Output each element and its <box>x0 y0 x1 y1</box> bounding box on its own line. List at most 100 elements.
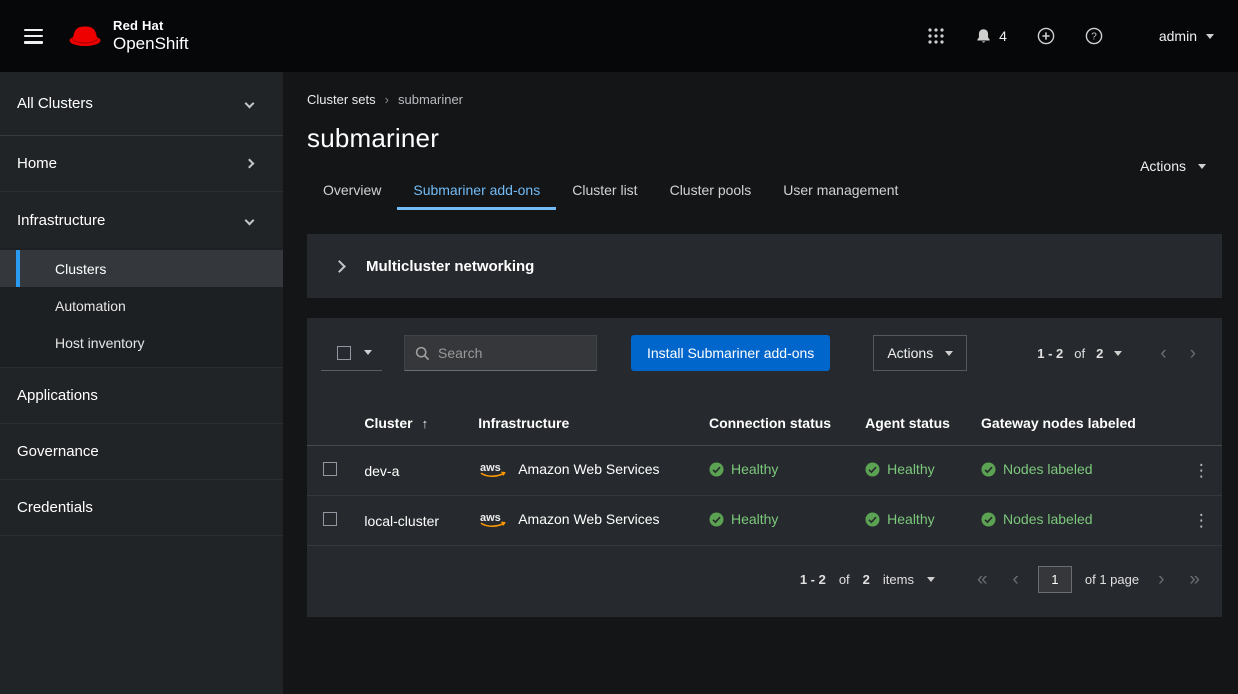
chevron-right-icon <box>245 159 255 169</box>
breadcrumb-separator-icon: › <box>385 92 389 107</box>
previous-page-button[interactable]: ‹ <box>1154 344 1172 363</box>
agent-status[interactable]: Healthy <box>865 511 934 527</box>
sidebar-item-label: Clusters <box>55 261 106 277</box>
page-count-label: of 1 page <box>1085 572 1139 587</box>
sidebar-item-label: Applications <box>17 387 98 404</box>
gateway-status-label: Nodes labeled <box>1003 461 1093 477</box>
gateway-status[interactable]: Nodes labeled <box>981 511 1093 527</box>
next-page-button[interactable]: › <box>1152 570 1170 589</box>
main-content: Cluster sets › submariner submariner Act… <box>283 72 1238 694</box>
username: admin <box>1159 28 1197 44</box>
sidebar-item-label: Infrastructure <box>17 212 105 229</box>
sort-ascending-icon: ↑ <box>422 416 429 431</box>
check-circle-icon <box>865 512 880 527</box>
connection-status[interactable]: Healthy <box>709 511 778 527</box>
nav-toggle-button[interactable] <box>24 29 43 44</box>
actions-label: Actions <box>887 345 933 361</box>
check-circle-icon <box>865 462 880 477</box>
submariner-clusters-card: Install Submariner add-ons Actions 1 - 2… <box>307 318 1222 617</box>
svg-text:aws: aws <box>480 462 501 474</box>
search-input[interactable] <box>438 345 586 361</box>
row-kebab-button[interactable]: ⋮ <box>1193 512 1210 529</box>
quick-create-button[interactable] <box>1037 27 1055 45</box>
row-checkbox[interactable] <box>323 462 337 476</box>
pagination-range: 1 - 2 <box>1037 346 1063 361</box>
chevron-down-icon <box>245 215 255 225</box>
sort-by-cluster-button[interactable]: Cluster ↑ <box>364 415 428 431</box>
chevron-right-icon[interactable] <box>333 260 346 273</box>
svg-text:?: ? <box>1091 32 1097 43</box>
cluster-perspective-switcher[interactable]: All Clusters <box>0 72 283 136</box>
page-actions-label: Actions <box>1140 158 1186 174</box>
tab-cluster-list[interactable]: Cluster list <box>556 176 653 210</box>
search-icon <box>415 346 430 361</box>
help-button[interactable]: ? <box>1085 27 1103 45</box>
notification-count: 4 <box>999 28 1007 44</box>
connection-status[interactable]: Healthy <box>709 461 778 477</box>
sidebar-item-home[interactable]: Home <box>0 136 283 192</box>
table-header-row: Cluster ↑ Infrastructure Connection stat… <box>307 401 1222 446</box>
sidebar-item-label: Host inventory <box>55 335 144 351</box>
sidebar-item-label: Home <box>17 155 57 172</box>
notifications-button[interactable]: 4 <box>975 28 1007 45</box>
pagination-total: 2 <box>863 572 870 587</box>
next-page-button[interactable]: › <box>1184 344 1202 363</box>
row-checkbox[interactable] <box>323 512 337 526</box>
gateway-status-label: Nodes labeled <box>1003 511 1093 527</box>
sidebar-item-host-inventory[interactable]: Host inventory <box>0 324 283 361</box>
user-menu[interactable]: admin <box>1159 28 1214 44</box>
tab-submariner-add-ons[interactable]: Submariner add-ons <box>397 176 556 210</box>
sidebar-item-clusters[interactable]: Clusters <box>0 250 283 287</box>
multicluster-networking-expandable[interactable]: Multicluster networking <box>307 234 1222 298</box>
clusters-table: Cluster ↑ Infrastructure Connection stat… <box>307 401 1222 546</box>
plus-circle-icon <box>1037 27 1055 45</box>
pagination-of: of <box>839 572 850 587</box>
table-actions-dropdown[interactable]: Actions <box>873 335 967 371</box>
brand-logo: Red Hat OpenShift <box>67 18 189 54</box>
tab-overview[interactable]: Overview <box>307 176 397 210</box>
breadcrumb-cluster-sets-link[interactable]: Cluster sets <box>307 92 376 107</box>
connection-status-label: Healthy <box>731 511 778 527</box>
sidebar-item-applications[interactable]: Applications <box>0 368 283 424</box>
sidebar-nav: All Clusters Home Infrastructure Cluster… <box>0 72 283 694</box>
sidebar-item-infrastructure[interactable]: Infrastructure <box>0 192 283 248</box>
cluster-name: local-cluster <box>364 513 439 529</box>
check-circle-icon <box>709 462 724 477</box>
first-page-button[interactable]: « <box>971 570 994 589</box>
page-title: submariner <box>307 123 1222 154</box>
current-page-input[interactable] <box>1038 566 1072 593</box>
pagination-menu-toggle[interactable] <box>927 577 935 582</box>
check-circle-icon <box>981 462 996 477</box>
sidebar-item-credentials[interactable]: Credentials <box>0 480 283 536</box>
gateway-status[interactable]: Nodes labeled <box>981 461 1093 477</box>
column-header-cluster: Cluster <box>364 415 412 431</box>
install-submariner-button[interactable]: Install Submariner add-ons <box>631 335 830 371</box>
bell-icon <box>975 28 992 45</box>
column-header-infrastructure: Infrastructure <box>466 401 697 446</box>
last-page-button[interactable]: » <box>1183 570 1206 589</box>
pagination-total: 2 <box>1096 346 1103 361</box>
check-circle-icon <box>709 512 724 527</box>
previous-page-button[interactable]: ‹ <box>1007 570 1025 589</box>
search-box <box>404 335 597 371</box>
select-all-checkbox[interactable] <box>337 346 351 360</box>
column-header-connection-status: Connection status <box>697 401 853 446</box>
sidebar-item-governance[interactable]: Governance <box>0 424 283 480</box>
bottom-pagination: 1 - 2 of 2 items « ‹ of 1 page › » <box>307 546 1222 617</box>
bulk-select-dropdown[interactable] <box>321 335 382 371</box>
agent-status[interactable]: Healthy <box>865 461 934 477</box>
pagination-of: of <box>1074 346 1085 361</box>
sidebar-item-automation[interactable]: Automation <box>0 287 283 324</box>
brand-name-bottom: OpenShift <box>113 34 189 54</box>
tab-cluster-pools[interactable]: Cluster pools <box>654 176 768 210</box>
app-launcher-button[interactable] <box>927 27 945 45</box>
check-circle-icon <box>981 512 996 527</box>
tab-user-management[interactable]: User management <box>767 176 914 210</box>
masthead: Red Hat OpenShift 4 <box>0 0 1238 72</box>
aws-icon: aws <box>478 460 510 479</box>
pagination-menu-toggle[interactable] <box>1114 351 1122 356</box>
table-toolbar: Install Submariner add-ons Actions 1 - 2… <box>307 318 1222 387</box>
row-kebab-button[interactable]: ⋮ <box>1193 462 1210 479</box>
agent-status-label: Healthy <box>887 461 934 477</box>
page-actions-dropdown[interactable]: Actions <box>1140 158 1206 174</box>
